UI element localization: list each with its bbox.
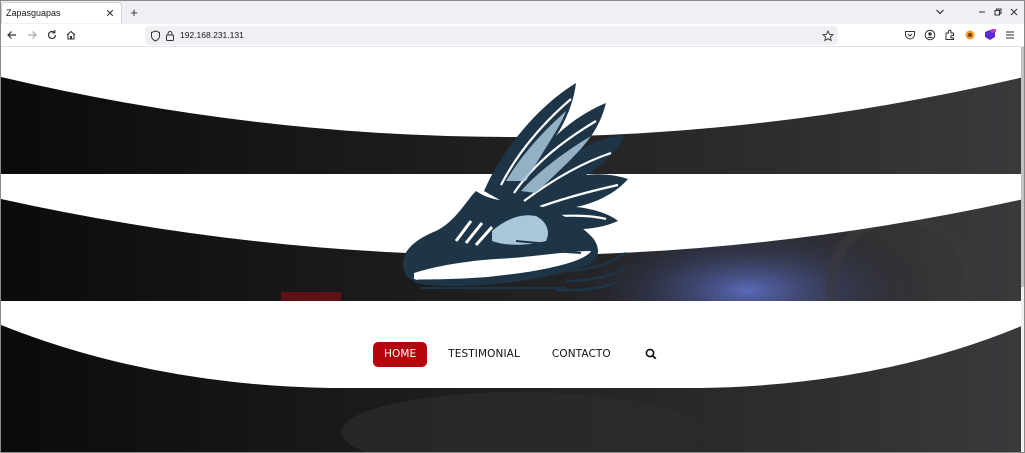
- site-navigation: HOME TESTIMONIAL CONTACTO: [373, 341, 658, 367]
- tab-strip: Zapasguapas ✕ +: [1, 1, 1024, 24]
- addon-orange-icon[interactable]: [962, 27, 978, 43]
- address-bar[interactable]: 192.168.231.131: [145, 26, 838, 45]
- tab-title: Zapasguapas: [6, 8, 61, 18]
- nav-testimonial[interactable]: TESTIMONIAL: [437, 342, 531, 367]
- nav-home[interactable]: HOME: [373, 341, 428, 367]
- close-window-icon[interactable]: [1006, 4, 1022, 20]
- scrollbar-thumb[interactable]: [1021, 47, 1024, 287]
- forward-arrow-icon[interactable]: [24, 27, 40, 43]
- search-icon[interactable]: [644, 347, 658, 361]
- close-tab-icon[interactable]: ✕: [102, 5, 118, 21]
- extensions-icon[interactable]: [942, 27, 958, 43]
- restore-icon[interactable]: [990, 4, 1006, 20]
- winged-shoe-logo[interactable]: [396, 81, 636, 295]
- browser-tab[interactable]: Zapasguapas ✕: [1, 2, 122, 23]
- reload-icon[interactable]: [44, 27, 60, 43]
- page-scrollbar[interactable]: [1021, 47, 1024, 452]
- bookmark-star-icon[interactable]: [821, 29, 835, 47]
- nav-contacto[interactable]: CONTACTO: [541, 342, 622, 367]
- menu-icon[interactable]: [1002, 27, 1018, 43]
- addon-purple-icon[interactable]: [982, 27, 998, 43]
- list-all-tabs-icon[interactable]: [932, 4, 948, 20]
- shield-icon[interactable]: [150, 29, 161, 47]
- pocket-icon[interactable]: [902, 27, 918, 43]
- home-icon[interactable]: [63, 27, 79, 43]
- url-text: 192.168.231.131: [180, 30, 244, 40]
- new-tab-button[interactable]: +: [126, 4, 142, 20]
- account-icon[interactable]: [922, 27, 938, 43]
- page-viewport: HOME TESTIMONIAL CONTACTO: [1, 47, 1024, 452]
- back-arrow-icon[interactable]: [4, 27, 20, 43]
- navigation-toolbar: 192.168.231.131: [1, 24, 1024, 47]
- lock-icon[interactable]: [165, 29, 175, 47]
- minimize-icon[interactable]: [974, 4, 990, 20]
- browser-window: Zapasguapas ✕ + 192.168.231.131 HOME TES…: [0, 0, 1025, 453]
